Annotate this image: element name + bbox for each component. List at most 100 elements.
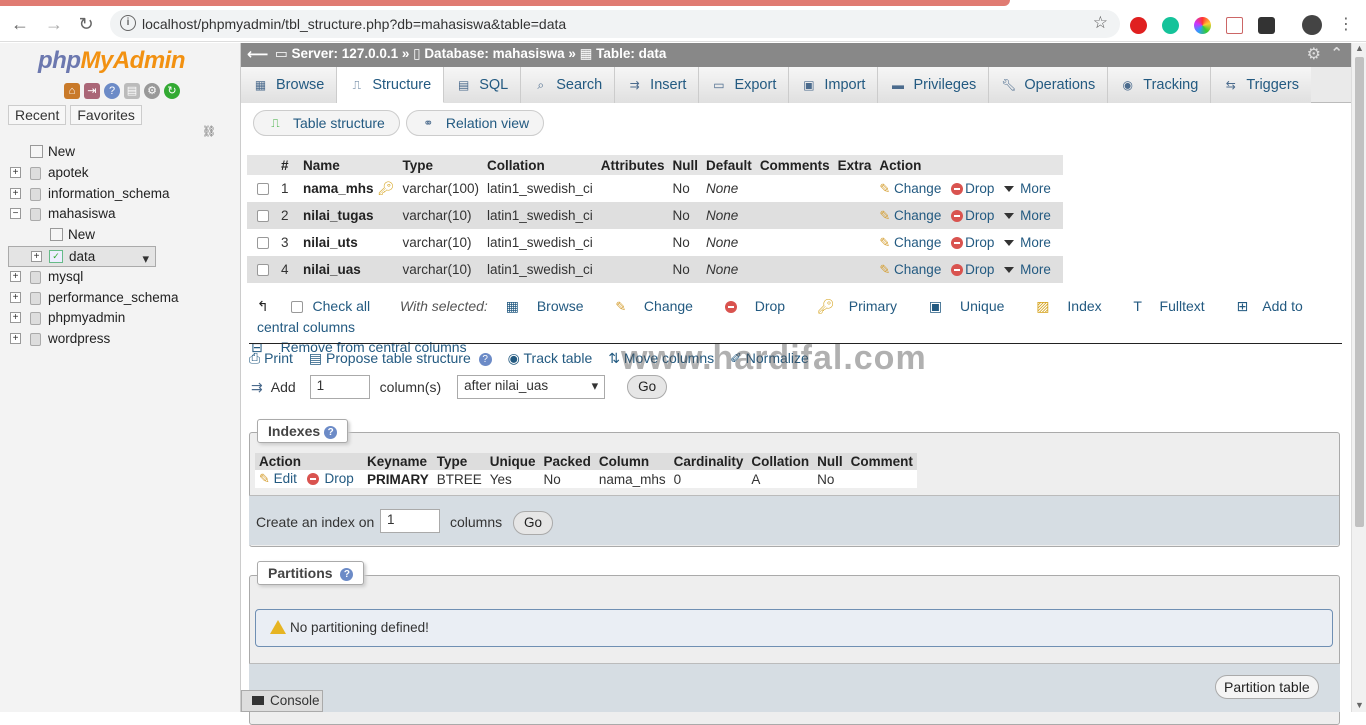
settings-gear-icon[interactable]: ⚙ — [144, 83, 160, 99]
bulk-drop-button[interactable]: Drop — [724, 298, 799, 314]
scrollbar-thumb[interactable] — [1355, 57, 1364, 527]
extension-icon-mask[interactable] — [1258, 17, 1275, 34]
collapse-sidebar-icon[interactable]: ⟵ — [247, 45, 269, 63]
extension-icon-green[interactable] — [1162, 17, 1179, 34]
back-arrow-icon[interactable]: ← — [10, 14, 30, 35]
tree-item-mahasiswa[interactable]: − mahasiswa — [8, 204, 240, 225]
drop-action[interactable]: Drop — [951, 181, 994, 196]
link-with-main-icon[interactable]: ⛓ — [202, 125, 216, 138]
create-index-count-input[interactable]: 1 — [380, 509, 440, 533]
change-action[interactable]: ✎ Change — [879, 208, 941, 223]
tree-item-phpmyadmin[interactable]: + phpmyadmin — [8, 308, 240, 329]
tree-item-wordpress[interactable]: + wordpress — [8, 329, 240, 350]
bulk-unique-button[interactable]: ▣ Unique — [929, 298, 1019, 314]
column-name[interactable]: nilai_uts — [303, 235, 358, 250]
print-link[interactable]: ⎙ Print — [249, 350, 293, 367]
propose-structure-link[interactable]: ▤ Propose table structure ? — [309, 350, 492, 367]
expand-icon[interactable]: + — [10, 187, 21, 199]
help-icon[interactable]: ? — [324, 425, 338, 439]
tree-item-performance-schema[interactable]: + performance_schema — [8, 288, 240, 309]
browser-menu-icon[interactable]: ⋮ — [1336, 14, 1356, 34]
reload-navigation-icon[interactable]: ↻ — [164, 83, 180, 99]
change-action[interactable]: ✎ Change — [879, 181, 941, 196]
check-all-checkbox[interactable] — [290, 301, 303, 314]
expand-icon[interactable]: + — [10, 312, 21, 324]
phpmyadmin-logo[interactable]: phpMyAdmin — [38, 47, 185, 75]
more-action[interactable]: More — [998, 181, 1051, 196]
row-checkbox[interactable] — [257, 264, 269, 277]
expand-icon[interactable]: + — [10, 270, 21, 282]
tree-item-information-schema[interactable]: + information_schema — [8, 184, 240, 205]
recent-tab[interactable]: Recent — [8, 105, 67, 125]
extension-icon-note[interactable] — [1226, 17, 1243, 34]
bulk-change-button[interactable]: ✎ Change — [615, 298, 707, 314]
breadcrumb-table[interactable]: Table: data — [596, 46, 666, 61]
collapse-icon[interactable]: − — [10, 208, 21, 220]
expand-icon[interactable]: + — [31, 250, 42, 262]
more-action[interactable]: More — [998, 262, 1051, 277]
tab-triggers[interactable]: ⇆ Triggers — [1211, 67, 1311, 103]
bulk-browse-button[interactable]: ▦ Browse — [506, 298, 598, 314]
info-icon[interactable]: i — [120, 15, 136, 31]
table-structure-button[interactable]: ⎍ Table structure — [253, 110, 400, 136]
expand-icon[interactable]: + — [10, 333, 21, 345]
track-table-link[interactable]: ◉ Track table — [508, 350, 593, 367]
change-action[interactable]: ✎ Change — [879, 262, 941, 277]
bookmark-star-icon[interactable]: ☆ — [1093, 13, 1108, 33]
partition-table-button[interactable]: Partition table — [1215, 675, 1319, 699]
docs-icon[interactable]: ▤ — [124, 83, 140, 99]
settings-gear-icon[interactable]: ⚙ — [1307, 44, 1321, 64]
bulk-primary-button[interactable]: 🔑︎ Primary — [817, 298, 911, 314]
tab-export[interactable]: ▭ Export — [699, 67, 790, 103]
tab-sql[interactable]: ▤ SQL — [444, 67, 522, 103]
index-drop-action[interactable]: Drop — [306, 471, 354, 486]
column-name[interactable]: nilai_uas — [303, 262, 361, 277]
column-name[interactable]: nama_mhs — [303, 181, 374, 196]
scroll-down-icon[interactable]: ▼ — [1355, 700, 1364, 710]
favorites-tab[interactable]: Favorites — [70, 105, 142, 125]
tree-item-mysql[interactable]: + mysql — [8, 267, 240, 288]
reload-icon[interactable]: ↻ — [76, 14, 96, 35]
tab-operations[interactable]: 🔧︎ Operations — [989, 67, 1109, 103]
more-action[interactable]: More — [998, 208, 1051, 223]
create-index-go-button[interactable]: Go — [513, 511, 554, 535]
index-edit-action[interactable]: ✎ Edit — [259, 471, 297, 486]
drop-action[interactable]: Drop — [951, 208, 994, 223]
help-icon[interactable]: ? — [478, 352, 492, 366]
tab-tracking[interactable]: ◉ Tracking — [1108, 67, 1212, 103]
help-icon[interactable]: ? — [340, 567, 354, 581]
column-name[interactable]: nilai_tugas — [303, 208, 374, 223]
breadcrumb-server[interactable]: Server: 127.0.0.1 — [292, 46, 399, 61]
extension-icon-color-wheel[interactable] — [1194, 17, 1211, 34]
tab-insert[interactable]: ⇉ Insert — [615, 67, 700, 103]
forward-arrow-icon[interactable]: → — [44, 14, 64, 35]
bulk-fulltext-button[interactable]: T Fulltext — [1133, 298, 1218, 314]
tab-search[interactable]: ⌕ Search — [521, 67, 616, 103]
help-icon[interactable]: ? — [104, 83, 120, 99]
home-icon[interactable]: ⌂ — [64, 83, 80, 99]
relation-view-button[interactable]: ⚭ Relation view — [405, 110, 545, 136]
row-checkbox[interactable] — [257, 210, 269, 223]
scroll-up-icon[interactable]: ▲ — [1355, 43, 1364, 53]
drop-action[interactable]: Drop — [951, 235, 994, 250]
collapse-top-icon[interactable]: ⌃ — [1330, 44, 1343, 62]
tab-structure[interactable]: ⎍ Structure — [337, 67, 445, 103]
tab-privileges[interactable]: ▬ Privileges — [878, 67, 990, 103]
vertical-scrollbar[interactable]: ▲ ▼ — [1351, 43, 1366, 712]
more-action[interactable]: More — [998, 235, 1051, 250]
row-checkbox[interactable] — [257, 237, 269, 250]
breadcrumb-database[interactable]: Database: mahasiswa — [424, 46, 564, 61]
change-action[interactable]: ✎ Change — [879, 235, 941, 250]
tree-item-apotek[interactable]: + apotek — [8, 163, 240, 184]
drop-action[interactable]: Drop — [951, 262, 994, 277]
check-all-label[interactable]: Check all — [313, 298, 371, 314]
add-column-count-input[interactable]: 1 — [309, 375, 370, 399]
expand-icon[interactable]: + — [10, 166, 21, 178]
add-columns-go-button[interactable]: Go — [627, 375, 668, 399]
logout-icon[interactable]: ⇥ — [84, 83, 100, 99]
tree-item-data[interactable]: + ✓ data — [8, 245, 156, 269]
extension-icon-red[interactable] — [1130, 17, 1147, 34]
tree-item-new[interactable]: New — [8, 142, 240, 163]
console-toggle[interactable]: Console — [241, 690, 323, 712]
expand-icon[interactable]: + — [10, 291, 21, 303]
